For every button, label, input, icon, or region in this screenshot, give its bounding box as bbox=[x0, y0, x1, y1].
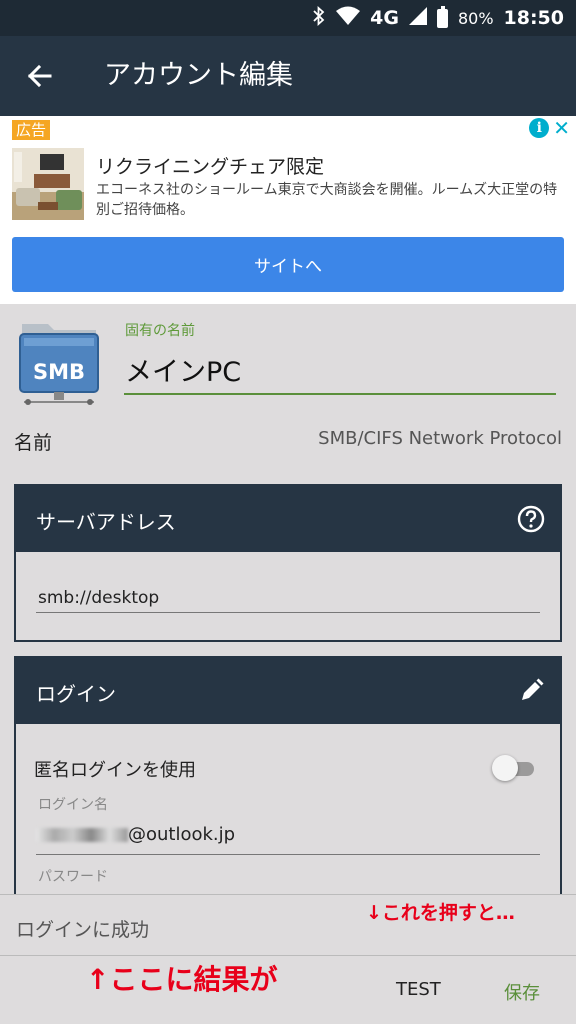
info-icon[interactable]: i bbox=[529, 118, 550, 138]
login-card: ログイン 匿名ログインを使用 ログイン名 @outlook.jp パスワード bbox=[14, 656, 562, 896]
password-label: パスワード bbox=[38, 869, 108, 885]
app-bar: アカウント編集 bbox=[0, 36, 576, 116]
page-title: アカウント編集 bbox=[104, 60, 293, 91]
back-button[interactable] bbox=[22, 58, 58, 94]
name-field-label: 固有の名前 bbox=[125, 323, 195, 339]
bottom-divider bbox=[0, 955, 576, 956]
battery-icon bbox=[436, 5, 448, 28]
close-icon[interactable]: ✕ bbox=[553, 118, 570, 138]
anonymous-login-toggle[interactable] bbox=[492, 755, 534, 781]
ad-headline[interactable]: リクライニングチェア限定 bbox=[96, 152, 324, 179]
username-label: ログイン名 bbox=[38, 797, 108, 813]
protocol-value: SMB/CIFS Network Protocol bbox=[318, 428, 562, 449]
pencil-icon[interactable] bbox=[516, 676, 546, 706]
anonymous-login-label: 匿名ログインを使用 bbox=[34, 760, 196, 781]
test-button[interactable]: TEST bbox=[396, 979, 441, 1000]
bluetooth-icon bbox=[312, 5, 326, 31]
network-type: 4G bbox=[370, 7, 399, 29]
login-card-title: ログイン bbox=[36, 682, 116, 706]
ad-description: エコーネス社のショールーム東京で大商談会を開催。ルームズ大正堂の特別ご招待価格。 bbox=[96, 182, 558, 218]
smb-icon-text: SMB bbox=[33, 360, 85, 384]
server-address-card: サーバアドレス smb://desktop bbox=[14, 484, 562, 642]
server-card-header: サーバアドレス bbox=[16, 486, 560, 552]
server-address-input[interactable]: smb://desktop bbox=[38, 588, 159, 608]
signal-icon bbox=[408, 6, 427, 30]
arrow-left-icon bbox=[27, 64, 52, 88]
name-field-input[interactable]: メインPC bbox=[125, 350, 241, 389]
save-button[interactable]: 保存 bbox=[504, 979, 540, 1005]
ad-image[interactable] bbox=[12, 148, 84, 220]
wifi-icon bbox=[336, 6, 361, 31]
ad-banner[interactable]: 広告 i ✕ リクライニングチェア限定 エコーネス社のショールーム東京で大商談会… bbox=[0, 116, 576, 304]
name-field-underline bbox=[124, 393, 556, 395]
server-card-title: サーバアドレス bbox=[36, 510, 176, 534]
test-result-text: ログインに成功 bbox=[16, 919, 150, 941]
ad-badge: 広告 bbox=[12, 120, 51, 140]
username-underline bbox=[36, 854, 540, 855]
protocol-label: 名前 bbox=[14, 432, 53, 454]
smb-folder-icon: SMB bbox=[18, 318, 100, 408]
battery-percent: 80% bbox=[457, 8, 494, 28]
status-bar: 4G 80% 18:50 bbox=[0, 0, 576, 36]
help-icon[interactable] bbox=[516, 504, 546, 534]
annotation-result-here: ↑ここに結果が bbox=[86, 963, 278, 996]
annotation-press-this: ↓これを押すと… bbox=[366, 902, 515, 924]
server-address-underline bbox=[36, 612, 540, 613]
ad-cta-button[interactable]: サイトへ bbox=[12, 237, 564, 292]
username-redacted bbox=[36, 828, 128, 842]
toggle-thumb bbox=[492, 755, 518, 781]
clock: 18:50 bbox=[503, 7, 564, 29]
username-input[interactable]: @outlook.jp bbox=[128, 824, 235, 845]
login-card-header: ログイン bbox=[16, 658, 560, 724]
ad-choices[interactable]: i ✕ bbox=[529, 118, 570, 138]
